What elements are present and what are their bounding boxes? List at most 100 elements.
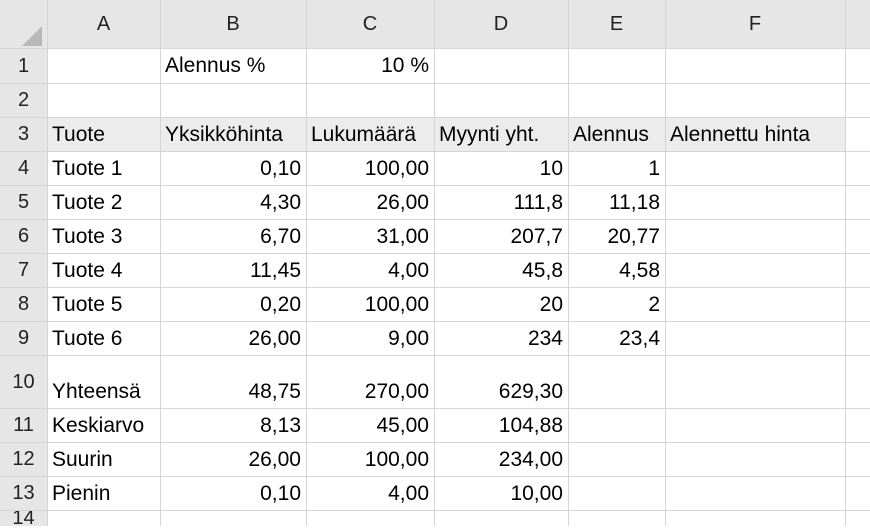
row-header-2[interactable]: 2 [0, 83, 47, 117]
column-header-e[interactable]: E [568, 0, 665, 48]
column-header-f[interactable]: F [665, 0, 845, 48]
cell-c7[interactable]: 4,00 [306, 253, 434, 287]
cell-d13[interactable]: 10,00 [434, 476, 568, 510]
cell-d7[interactable]: 45,8 [434, 253, 568, 287]
cell-f11[interactable] [665, 408, 845, 442]
cell-b7[interactable]: 11,45 [160, 253, 306, 287]
cell-b10[interactable]: 48,75 [160, 355, 306, 408]
cell-c3[interactable]: Lukumäärä [306, 117, 434, 151]
row-header-5[interactable]: 5 [0, 185, 47, 219]
cell-a3[interactable]: Tuote [47, 117, 160, 151]
cell-f1[interactable] [665, 48, 845, 83]
cell-a1[interactable] [47, 48, 160, 83]
cell-f7[interactable] [665, 253, 845, 287]
select-all-button[interactable] [0, 0, 47, 48]
cell-e1[interactable] [568, 48, 665, 83]
column-header-c[interactable]: C [306, 0, 434, 48]
cell-c14[interactable] [306, 510, 434, 526]
cell-b13[interactable]: 0,10 [160, 476, 306, 510]
cell-a4[interactable]: Tuote 1 [47, 151, 160, 185]
column-header-partial[interactable] [845, 0, 870, 48]
cell-d11[interactable]: 104,88 [434, 408, 568, 442]
cell-c11[interactable]: 45,00 [306, 408, 434, 442]
cell-f6[interactable] [665, 219, 845, 253]
cell-c5[interactable]: 26,00 [306, 185, 434, 219]
cell-e13[interactable] [568, 476, 665, 510]
row-header-4[interactable]: 4 [0, 151, 47, 185]
row-header-1[interactable]: 1 [0, 48, 47, 83]
cell-a8[interactable]: Tuote 5 [47, 287, 160, 321]
cell-d2[interactable] [434, 83, 568, 117]
cell-b3[interactable]: Yksikköhinta [160, 117, 306, 151]
row-header-12[interactable]: 12 [0, 442, 47, 476]
row-header-6[interactable]: 6 [0, 219, 47, 253]
cell-d5[interactable]: 111,8 [434, 185, 568, 219]
cell-d3[interactable]: Myynti yht. [434, 117, 568, 151]
cell-a5[interactable]: Tuote 2 [47, 185, 160, 219]
cell-e6[interactable]: 20,77 [568, 219, 665, 253]
cell-b9[interactable]: 26,00 [160, 321, 306, 355]
cell-e14[interactable] [568, 510, 665, 526]
cell-f3[interactable]: Alennettu hinta [665, 117, 845, 151]
cell-c10[interactable]: 270,00 [306, 355, 434, 408]
column-header-b[interactable]: B [160, 0, 306, 48]
cell-f2[interactable] [665, 83, 845, 117]
row-header-11[interactable]: 11 [0, 408, 47, 442]
cell-e9[interactable]: 23,4 [568, 321, 665, 355]
cell-a14[interactable] [47, 510, 160, 526]
cell-d6[interactable]: 207,7 [434, 219, 568, 253]
cell-f8[interactable] [665, 287, 845, 321]
cell-f9[interactable] [665, 321, 845, 355]
cell-f4[interactable] [665, 151, 845, 185]
cell-f12[interactable] [665, 442, 845, 476]
cell-f13[interactable] [665, 476, 845, 510]
cell-f14[interactable] [665, 510, 845, 526]
cell-c2[interactable] [306, 83, 434, 117]
row-header-9[interactable]: 9 [0, 321, 47, 355]
cell-e8[interactable]: 2 [568, 287, 665, 321]
cell-d9[interactable]: 234 [434, 321, 568, 355]
cell-c12[interactable]: 100,00 [306, 442, 434, 476]
cell-d10[interactable]: 629,30 [434, 355, 568, 408]
cell-d4[interactable]: 10 [434, 151, 568, 185]
row-header-10[interactable]: 10 [0, 355, 47, 408]
cell-d1[interactable] [434, 48, 568, 83]
row-header-8[interactable]: 8 [0, 287, 47, 321]
cell-b4[interactable]: 0,10 [160, 151, 306, 185]
cell-c6[interactable]: 31,00 [306, 219, 434, 253]
row-header-3[interactable]: 3 [0, 117, 47, 151]
cell-f10[interactable] [665, 355, 845, 408]
cell-c13[interactable]: 4,00 [306, 476, 434, 510]
cell-d14[interactable] [434, 510, 568, 526]
cell-a2[interactable] [47, 83, 160, 117]
cell-a10[interactable]: Yhteensä [47, 355, 160, 408]
cell-e4[interactable]: 1 [568, 151, 665, 185]
cell-b5[interactable]: 4,30 [160, 185, 306, 219]
cell-a13[interactable]: Pienin [47, 476, 160, 510]
row-header-7[interactable]: 7 [0, 253, 47, 287]
cell-e11[interactable] [568, 408, 665, 442]
cell-a9[interactable]: Tuote 6 [47, 321, 160, 355]
column-header-d[interactable]: D [434, 0, 568, 48]
cell-b11[interactable]: 8,13 [160, 408, 306, 442]
cell-a6[interactable]: Tuote 3 [47, 219, 160, 253]
cell-b6[interactable]: 6,70 [160, 219, 306, 253]
cell-e5[interactable]: 11,18 [568, 185, 665, 219]
cell-b14[interactable] [160, 510, 306, 526]
cell-e7[interactable]: 4,58 [568, 253, 665, 287]
cell-c4[interactable]: 100,00 [306, 151, 434, 185]
cell-e10[interactable] [568, 355, 665, 408]
cell-a7[interactable]: Tuote 4 [47, 253, 160, 287]
cell-a12[interactable]: Suurin [47, 442, 160, 476]
cell-d12[interactable]: 234,00 [434, 442, 568, 476]
row-header-14[interactable]: 14 [0, 508, 47, 528]
cell-e3[interactable]: Alennus [568, 117, 665, 151]
cell-c1[interactable]: 10 % [306, 48, 434, 83]
cell-c9[interactable]: 9,00 [306, 321, 434, 355]
cell-b12[interactable]: 26,00 [160, 442, 306, 476]
cell-e2[interactable] [568, 83, 665, 117]
column-header-a[interactable]: A [47, 0, 160, 48]
cell-b8[interactable]: 0,20 [160, 287, 306, 321]
cell-f5[interactable] [665, 185, 845, 219]
cell-c8[interactable]: 100,00 [306, 287, 434, 321]
